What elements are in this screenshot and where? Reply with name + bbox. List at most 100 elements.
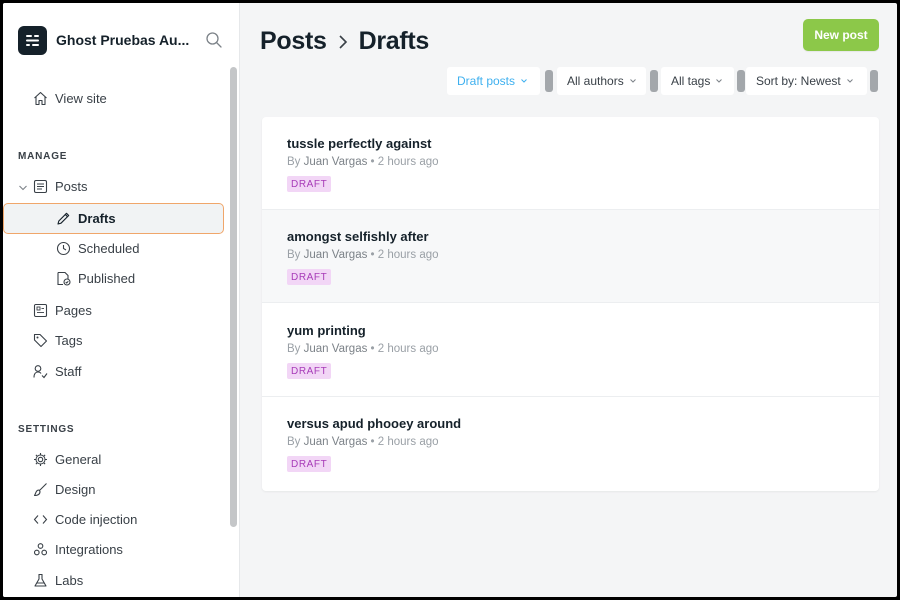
post-author: Juan Vargas [303, 249, 368, 261]
status-badge: DRAFT [287, 363, 332, 379]
published-icon [55, 270, 71, 286]
status-badge: DRAFT [287, 456, 332, 472]
post-author: Juan Vargas [303, 156, 368, 168]
post-by: By [287, 436, 301, 448]
filter-divider [870, 70, 878, 92]
sidebar-item-label: Scheduled [78, 240, 140, 256]
pencil-icon [55, 211, 71, 227]
post-sep: • [370, 249, 375, 261]
post-by: By [287, 156, 301, 168]
brand[interactable]: Ghost Pruebas Au... [18, 25, 196, 55]
author-filter-label: All authors [567, 74, 624, 88]
sidebar-item-integrations[interactable]: Integrations [3, 534, 240, 564]
chevron-down-icon [846, 77, 854, 85]
manage-section-label: MANAGE [18, 151, 68, 162]
post-by: By [287, 343, 301, 355]
sidebar-item-general[interactable]: General [3, 444, 240, 474]
post-title[interactable]: tussle perfectly against [287, 136, 432, 151]
post-sep: • [370, 156, 375, 168]
author-filter[interactable]: All authors [557, 67, 646, 95]
breadcrumb: Posts Drafts [260, 27, 429, 56]
post-author: Juan Vargas [303, 436, 368, 448]
flask-icon [32, 572, 48, 588]
clock-icon [55, 240, 71, 256]
sidebar-item-label: Tags [55, 332, 83, 348]
sidebar-item-code-injection[interactable]: Code injection [3, 504, 240, 534]
brush-icon [32, 481, 48, 497]
sidebar-item-label: Drafts [78, 211, 116, 226]
post-title[interactable]: amongst selfishly after [287, 229, 429, 244]
sidebar-scrollbar[interactable] [230, 67, 237, 527]
status-badge: DRAFT [287, 176, 332, 192]
chevron-down-icon [520, 77, 528, 85]
sidebar-item-published[interactable]: Published [3, 263, 240, 293]
app-window: Ghost Pruebas Au... View site MANAGE Pos [3, 3, 897, 597]
breadcrumb-posts-link[interactable]: Posts [260, 27, 327, 56]
sidebar-item-posts[interactable]: Posts [3, 171, 240, 201]
status-badge: DRAFT [287, 269, 332, 285]
sidebar-item-label: Integrations [55, 541, 123, 557]
post-title[interactable]: versus apud phooey around [287, 416, 461, 431]
main-content: Posts Drafts New post Draft posts All au… [240, 3, 897, 597]
sidebar-item-label: Published [78, 270, 136, 286]
integrations-icon [32, 541, 48, 557]
filter-divider [545, 70, 553, 92]
sidebar-item-labs[interactable]: Labs [3, 565, 240, 595]
post-list-item[interactable]: tussle perfectly against By Juan Vargas … [262, 117, 879, 210]
sidebar-item-label: Posts [55, 178, 88, 194]
sidebar-item-tags[interactable]: Tags [3, 325, 240, 355]
post-meta: By Juan Vargas • 2 hours ago [287, 249, 439, 261]
post-type-filter-label: Draft posts [457, 74, 516, 88]
home-icon [32, 90, 48, 106]
sidebar-item-label: Design [55, 481, 96, 497]
post-sep: • [370, 343, 375, 355]
post-time: 2 hours ago [377, 436, 439, 448]
sidebar-item-view-site[interactable]: View site [3, 83, 240, 113]
gear-icon [32, 451, 48, 467]
post-author: Juan Vargas [303, 343, 368, 355]
sidebar-item-label: General [55, 451, 102, 467]
post-meta: By Juan Vargas • 2 hours ago [287, 156, 439, 168]
post-title[interactable]: yum printing [287, 323, 366, 338]
search-icon[interactable] [205, 31, 223, 49]
sidebar-item-label: View site [55, 90, 107, 106]
filter-divider [737, 70, 745, 92]
tag-icon [32, 332, 48, 348]
posts-list: tussle perfectly against By Juan Vargas … [262, 117, 879, 491]
tag-filter[interactable]: All tags [661, 67, 734, 95]
filter-divider [650, 70, 658, 92]
post-time: 2 hours ago [377, 249, 439, 261]
post-sep: • [370, 436, 375, 448]
post-list-item[interactable]: yum printing By Juan Vargas • 2 hours ag… [262, 304, 879, 397]
post-list-item[interactable]: versus apud phooey around By Juan Vargas… [262, 397, 879, 490]
new-post-button[interactable]: New post [803, 19, 879, 51]
post-time: 2 hours ago [377, 156, 439, 168]
ghost-logo-icon [18, 25, 47, 55]
code-icon [32, 511, 48, 527]
sort-filter[interactable]: Sort by: Newest [746, 67, 867, 95]
post-time: 2 hours ago [377, 343, 439, 355]
settings-section-label: SETTINGS [18, 424, 75, 435]
post-list-item[interactable]: amongst selfishly after By Juan Vargas •… [262, 210, 879, 303]
post-by: By [287, 249, 301, 261]
post-type-filter[interactable]: Draft posts [447, 67, 540, 95]
sidebar-item-scheduled[interactable]: Scheduled [3, 233, 240, 263]
posts-icon [32, 178, 48, 194]
sidebar-item-label: Labs [55, 572, 84, 588]
chevron-down-icon [715, 77, 723, 85]
sidebar-item-drafts[interactable]: Drafts [3, 203, 224, 234]
post-meta: By Juan Vargas • 2 hours ago [287, 436, 439, 448]
post-meta: By Juan Vargas • 2 hours ago [287, 343, 439, 355]
pages-icon [32, 302, 48, 318]
site-title: Ghost Pruebas Au... [56, 32, 190, 48]
sidebar-item-label: Staff [55, 363, 82, 379]
sidebar-item-staff[interactable]: Staff [3, 356, 240, 386]
chevron-right-icon [337, 34, 349, 50]
tag-filter-label: All tags [671, 74, 711, 88]
sidebar-item-label: Code injection [55, 511, 138, 527]
sidebar: Ghost Pruebas Au... View site MANAGE Pos [3, 3, 240, 597]
sidebar-item-pages[interactable]: Pages [3, 295, 240, 325]
sidebar-item-design[interactable]: Design [3, 474, 240, 504]
page-title: Drafts [358, 27, 430, 55]
chevron-down-icon[interactable] [18, 181, 28, 191]
